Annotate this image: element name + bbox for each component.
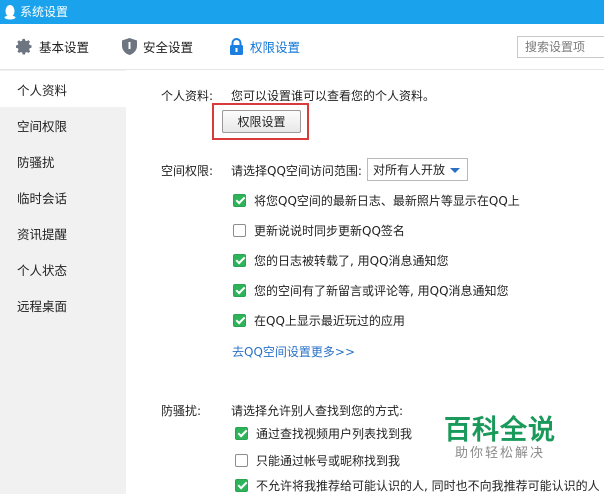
option-label: 将您QQ空间的最新日志、最新照片等显示在QQ上 bbox=[254, 193, 520, 208]
qq-penguin-icon bbox=[4, 5, 16, 20]
sidebar-item-temp-chat[interactable]: 临时会话 bbox=[0, 179, 126, 215]
tab-label: 权限设置 bbox=[250, 40, 301, 55]
sidebar-item-profile[interactable]: 个人资料 bbox=[0, 71, 126, 107]
space-scope-select[interactable]: 对所有人开放 bbox=[367, 158, 468, 181]
sidebar-item-personal-status[interactable]: 个人状态 bbox=[0, 251, 126, 287]
qzone-more-settings-link[interactable]: 去QQ空间设置更多>> bbox=[232, 343, 355, 360]
space-scope-value: 对所有人开放 bbox=[373, 163, 446, 177]
tab-basic-settings[interactable]: 基本设置 bbox=[16, 24, 89, 69]
tab-label: 安全设置 bbox=[143, 40, 194, 55]
option-label: 您的日志被转载了, 用QQ消息通知您 bbox=[254, 253, 449, 268]
checkbox[interactable] bbox=[233, 193, 246, 207]
gear-icon bbox=[16, 38, 32, 55]
space-option-1[interactable]: 将您QQ空间的最新日志、最新照片等显示在QQ上 bbox=[233, 191, 520, 209]
sidebar-item-anti-harassment[interactable]: 防骚扰 bbox=[0, 143, 126, 179]
chevron-down-icon bbox=[450, 168, 460, 173]
checkbox[interactable] bbox=[235, 478, 248, 492]
sidebar: 个人资料 空间权限 防骚扰 临时会话 资讯提醒 个人状态 远程桌面 bbox=[0, 70, 126, 494]
anti-harass-prompt: 请选择允许别人查找到您的方式: bbox=[231, 404, 404, 418]
option-label: 不允许将我推荐给可能认识的人, 同时也不向我推荐可能认识的人 bbox=[256, 478, 600, 493]
checkbox[interactable] bbox=[233, 223, 246, 237]
space-option-5[interactable]: 在QQ上显示最近玩过的应用 bbox=[233, 311, 405, 329]
profile-section-label: 个人资料: bbox=[161, 89, 214, 103]
tab-permission-settings[interactable]: 权限设置 bbox=[229, 24, 300, 69]
window-title: 系统设置 bbox=[20, 5, 69, 19]
checkbox[interactable] bbox=[235, 453, 248, 467]
option-label: 只能通过帐号或昵称找到我 bbox=[256, 453, 401, 468]
checkbox[interactable] bbox=[235, 426, 248, 440]
settings-tabs: 基本设置 安全设置 权限设置 bbox=[0, 24, 604, 70]
anti-harass-option-3[interactable]: 不允许将我推荐给可能认识的人, 同时也不向我推荐可能认识的人 bbox=[235, 476, 600, 494]
watermark-subtitle: 助你轻松解决 bbox=[455, 446, 546, 461]
space-section-label: 空间权限: bbox=[161, 164, 214, 178]
checkbox[interactable] bbox=[233, 283, 246, 297]
anti-harass-option-1[interactable]: 通过查找视频用户列表找到我 bbox=[235, 424, 412, 442]
sidebar-item-space-permissions[interactable]: 空间权限 bbox=[0, 107, 126, 143]
title-bar: 系统设置 bbox=[0, 0, 604, 24]
tab-security-settings[interactable]: 安全设置 bbox=[122, 24, 193, 69]
shield-icon bbox=[122, 38, 137, 55]
space-option-2[interactable]: 更新说说时同步更新QQ签名 bbox=[233, 221, 405, 239]
anti-harass-section-label: 防骚扰: bbox=[161, 404, 202, 418]
checkbox[interactable] bbox=[233, 253, 246, 267]
permission-settings-button[interactable]: 权限设置 bbox=[222, 110, 301, 133]
anti-harass-option-2[interactable]: 只能通过帐号或昵称找到我 bbox=[235, 451, 400, 469]
sidebar-item-remote-desktop[interactable]: 远程桌面 bbox=[0, 287, 126, 323]
tab-label: 基本设置 bbox=[39, 40, 90, 55]
profile-description: 您可以设置谁可以查看您的个人资料。 bbox=[231, 89, 436, 103]
sidebar-item-news-alerts[interactable]: 资讯提醒 bbox=[0, 215, 126, 251]
option-label: 您的空间有了新留言或评论等, 用QQ消息通知您 bbox=[254, 283, 509, 298]
space-option-3[interactable]: 您的日志被转载了, 用QQ消息通知您 bbox=[233, 251, 449, 269]
option-label: 在QQ上显示最近玩过的应用 bbox=[254, 313, 405, 328]
option-label: 更新说说时同步更新QQ签名 bbox=[254, 223, 405, 238]
checkbox[interactable] bbox=[233, 313, 246, 327]
settings-search-input[interactable] bbox=[517, 36, 604, 58]
option-label: 通过查找视频用户列表找到我 bbox=[256, 426, 413, 441]
space-option-4[interactable]: 您的空间有了新留言或评论等, 用QQ消息通知您 bbox=[233, 281, 509, 299]
space-scope-prompt: 请选择QQ空间访问范围: bbox=[231, 164, 362, 178]
lock-icon bbox=[230, 38, 243, 55]
